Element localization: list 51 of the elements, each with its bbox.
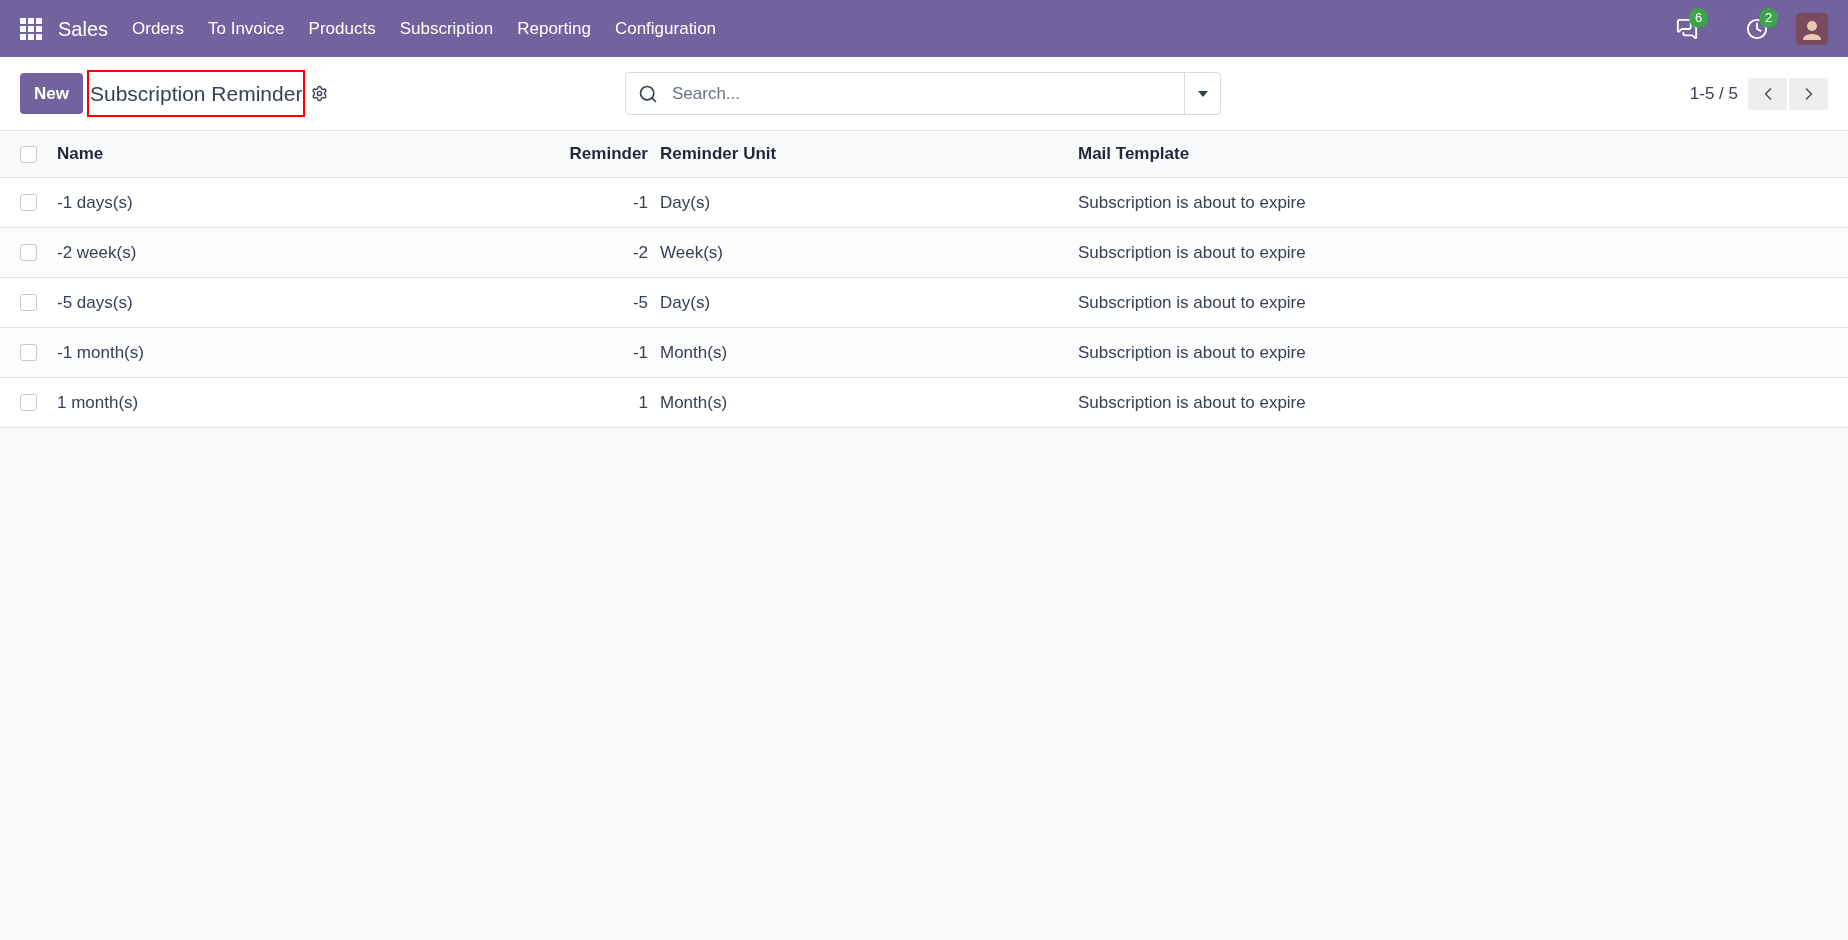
app-name[interactable]: Sales — [58, 13, 109, 44]
table-cell-text: -1 month(s) — [57, 341, 145, 364]
menu-item[interactable]: Configuration — [602, 0, 729, 57]
table-cell-text: Subscription is about to expire — [1078, 241, 1307, 264]
apps-grid-icon[interactable] — [20, 17, 42, 40]
menu-item[interactable]: To Invoice — [196, 0, 297, 57]
table-cell-text: -2 — [632, 241, 649, 264]
menu-item[interactable]: Orders — [120, 0, 196, 57]
page-title: Subscription Reminder — [86, 69, 306, 118]
table-cell-text: Day(s) — [660, 291, 712, 314]
table-cell-text: -1 — [632, 191, 649, 214]
message-count-badge: 6 — [1689, 7, 1709, 28]
menu-item[interactable]: Reporting — [505, 0, 603, 57]
user-avatar[interactable] — [1796, 12, 1828, 45]
table-cell-text: Day(s) — [660, 191, 712, 214]
pager-value[interactable]: 1-5 / 5 — [1689, 80, 1738, 107]
table-cell-text: Subscription is about to expire — [1078, 291, 1307, 314]
checkbox[interactable] — [20, 344, 37, 361]
new-button[interactable]: New — [20, 73, 83, 114]
table-cell-text: -1 — [632, 341, 649, 364]
checkbox[interactable] — [20, 194, 37, 211]
checkbox[interactable] — [20, 145, 37, 163]
column-header[interactable]: Reminder Unit — [660, 141, 1078, 167]
search-input[interactable]: Search... — [672, 80, 1184, 107]
table-cell-text: 1 — [638, 391, 649, 414]
table-cell-text: -2 week(s) — [57, 241, 138, 264]
table-cell-text: 1 month(s) — [57, 391, 140, 414]
activity-count-badge: 2 — [1759, 7, 1779, 28]
column-header[interactable]: Name — [57, 141, 568, 167]
table-cell-text: Month(s) — [660, 391, 729, 414]
menu-item[interactable]: Products — [296, 0, 388, 57]
table-cell-text: Subscription is about to expire — [1078, 391, 1307, 414]
column-header[interactable]: Mail Template — [1078, 141, 1848, 167]
next-page-button[interactable] — [1789, 77, 1828, 110]
checkbox[interactable] — [20, 244, 37, 261]
table-cell-text: Subscription is about to expire — [1078, 191, 1307, 214]
table-cell-text: Month(s) — [660, 341, 729, 364]
checkbox[interactable] — [20, 294, 37, 311]
search-field[interactable]: Search... — [625, 72, 1221, 115]
previous-page-button[interactable] — [1748, 77, 1787, 110]
table-cell-text: -5 days(s) — [57, 291, 134, 314]
menu-item[interactable]: Subscription — [387, 0, 506, 57]
column-header[interactable]: Reminder — [569, 141, 660, 167]
settings-icon[interactable] — [311, 85, 329, 102]
table-cell-text: Week(s) — [660, 241, 724, 264]
table-cell-text: -1 days(s) — [57, 191, 134, 214]
caret-icon — [1197, 90, 1208, 97]
checkbox[interactable] — [20, 394, 37, 411]
search-icon — [638, 83, 658, 104]
table-cell-text: -5 — [632, 291, 649, 314]
table-cell-text: Subscription is about to expire — [1078, 341, 1307, 364]
